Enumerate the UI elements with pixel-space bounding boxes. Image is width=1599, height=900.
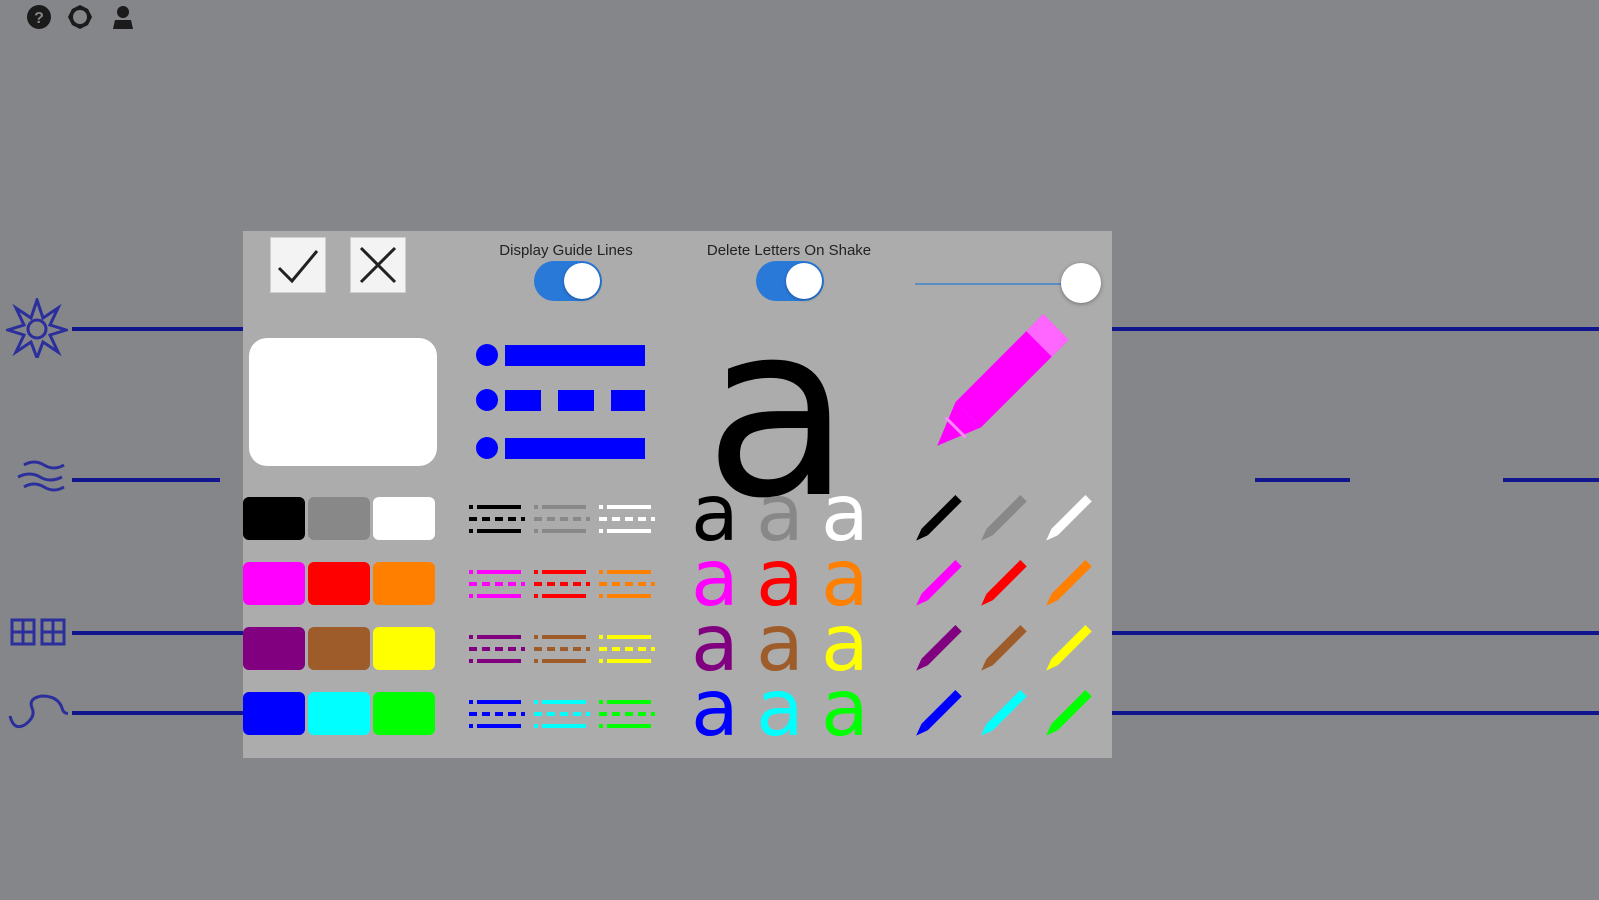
background-color-swatch[interactable]: [243, 627, 305, 670]
letter-color-swatch[interactable]: a: [691, 670, 739, 748]
sun-icon[interactable]: [2, 295, 72, 363]
wave-icon[interactable]: [6, 690, 73, 734]
pen-color-swatch[interactable]: [905, 617, 969, 681]
grid-icon[interactable]: [6, 612, 68, 652]
pen-color-swatch[interactable]: [905, 682, 969, 746]
cancel-button[interactable]: [350, 237, 406, 293]
x-icon: [359, 246, 397, 284]
guide-line-color-swatch[interactable]: [532, 497, 592, 541]
background-color-swatch[interactable]: [243, 692, 305, 735]
confirm-button[interactable]: [270, 237, 326, 293]
guide-line-mid: [72, 478, 220, 482]
pen-color-swatch[interactable]: [905, 487, 969, 551]
background-color-swatch[interactable]: [308, 692, 370, 735]
pen-color-swatch[interactable]: [970, 682, 1034, 746]
background-color-swatch[interactable]: [373, 692, 435, 735]
settings-panel: Display Guide Lines Delete Letters On Sh…: [243, 231, 1112, 758]
pen-preview: [937, 314, 1069, 446]
display-guide-lines-label: Display Guide Lines: [499, 242, 633, 259]
water-icon[interactable]: [6, 455, 68, 515]
guide-line-color-swatch[interactable]: [597, 627, 657, 671]
svg-text:?: ?: [34, 10, 44, 27]
background-color-swatch[interactable]: [308, 627, 370, 670]
help-icon[interactable]: ?: [26, 4, 52, 30]
background-color-swatch[interactable]: [243, 562, 305, 605]
guide-line-color-swatch[interactable]: [532, 627, 592, 671]
background-color-swatch[interactable]: [308, 562, 370, 605]
background-color-swatch[interactable]: [308, 497, 370, 540]
pen-color-swatch[interactable]: [1035, 682, 1099, 746]
guide-line-color-swatch[interactable]: [467, 562, 527, 606]
background-color-swatch[interactable]: [373, 627, 435, 670]
guide-line-color-swatch[interactable]: [597, 497, 657, 541]
guide-line-color-swatch[interactable]: [532, 562, 592, 606]
pen-color-swatch[interactable]: [970, 617, 1034, 681]
settings-icon[interactable]: [67, 4, 93, 30]
letter-color-swatch[interactable]: a: [821, 670, 869, 748]
guide-lines-preview: [476, 344, 645, 459]
guide-line-mid-dash: [1503, 478, 1599, 482]
guide-line-color-swatch[interactable]: [467, 497, 527, 541]
user-icon[interactable]: [110, 4, 136, 30]
background-color-swatch[interactable]: [243, 497, 305, 540]
background-preview: [249, 338, 437, 466]
background-color-swatch[interactable]: [373, 562, 435, 605]
letter-color-swatch[interactable]: a: [756, 670, 804, 748]
guide-line-color-swatch[interactable]: [597, 692, 657, 736]
pen-color-swatch[interactable]: [970, 487, 1034, 551]
delete-letters-on-shake-label: Delete Letters On Shake: [706, 242, 872, 259]
guide-line-color-swatch[interactable]: [597, 562, 657, 606]
guide-line-color-swatch[interactable]: [532, 692, 592, 736]
guide-line-color-swatch[interactable]: [467, 627, 527, 671]
background-color-swatch[interactable]: [373, 497, 435, 540]
guide-line-mid-dash: [1255, 478, 1350, 482]
checkmark-icon: [277, 250, 319, 284]
pen-color-swatch[interactable]: [1035, 617, 1099, 681]
pen-color-swatch[interactable]: [1035, 487, 1099, 551]
display-guide-lines-toggle[interactable]: [534, 261, 602, 301]
pen-color-swatch[interactable]: [905, 552, 969, 616]
pen-color-swatch[interactable]: [970, 552, 1034, 616]
guide-line-color-swatch[interactable]: [467, 692, 527, 736]
pen-color-swatch[interactable]: [1035, 552, 1099, 616]
pen-size-slider-track[interactable]: [915, 283, 1081, 285]
